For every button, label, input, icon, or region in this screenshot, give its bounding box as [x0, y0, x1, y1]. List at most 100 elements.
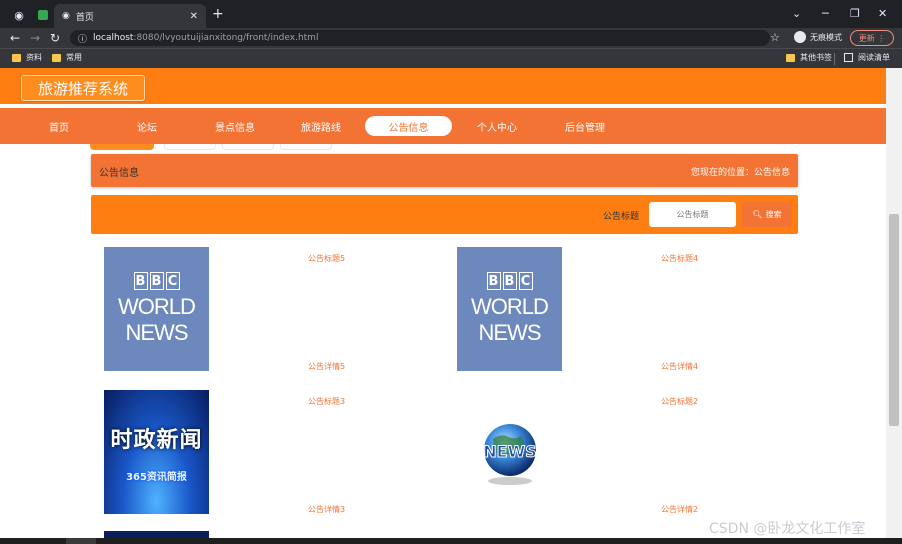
bookmark-label: 常用 [66, 53, 82, 62]
notice-detail-link[interactable]: 公告详情3 [209, 504, 444, 515]
search-input[interactable] [649, 202, 736, 227]
reading-list-label: 阅读清单 [858, 53, 890, 62]
url-host: localhost [93, 33, 134, 43]
bbc-letter: B [502, 272, 517, 290]
site-logo[interactable]: 旅游推荐系统 [21, 75, 145, 101]
search-icon: 🔍︎ [752, 210, 763, 219]
incognito-label: 无痕模式 [810, 32, 842, 42]
nav-notices[interactable]: 公告信息 [365, 116, 452, 136]
reading-list[interactable]: 阅读清单 [844, 52, 890, 63]
nav-profile[interactable]: 个人中心 [468, 116, 526, 136]
breadcrumb-location: 您现在的位置：公告信息 [690, 168, 790, 178]
bookmark-label: 资料 [26, 53, 42, 62]
notice-detail-link[interactable]: 公告详情5 [209, 361, 444, 372]
notice-image[interactable]: B B C WORLD NEWS [104, 247, 209, 371]
submenu-item[interactable] [280, 144, 332, 150]
submenu-item[interactable] [222, 144, 274, 150]
main-nav: 首页 论坛 景点信息 旅游路线 公告信息 个人中心 后台管理 [0, 108, 886, 144]
bbc-line: NEWS [125, 320, 189, 345]
page-viewport: 旅游推荐系统 首页 论坛 景点信息 旅游路线 公告信息 个人中心 后台管理 公告… [0, 68, 886, 544]
url-path: :8080/lvyoutuijianxitong/front/index.htm… [133, 33, 319, 43]
notice-card[interactable]: B B C WORLD NEWS 公告标题5 公告详情5 [91, 247, 444, 377]
close-window-icon[interactable]: ✕ [878, 7, 887, 20]
bbc-line: NEWS [478, 320, 542, 345]
other-bookmarks[interactable]: 其他书签 [786, 52, 832, 63]
notice-card[interactable]: B B C WORLD NEWS 公告标题4 公告详情4 [444, 247, 797, 377]
site-header: 旅游推荐系统 [0, 68, 886, 104]
tab-title: 首页 [75, 12, 94, 23]
update-label: 更新 [858, 33, 875, 43]
bbc-letter: C [518, 272, 533, 290]
notice-detail-link[interactable]: 公告详情4 [562, 361, 797, 372]
bbc-logo: B B C [486, 272, 533, 290]
bbc-letter: B [133, 272, 148, 290]
notice-card[interactable]: 时政新闻 365资讯简报 公告标题3 公告详情3 [91, 390, 444, 520]
folder-icon [52, 53, 61, 62]
nav-admin[interactable]: 后台管理 [556, 116, 614, 136]
notice-title[interactable]: 公告标题4 [562, 253, 797, 264]
chevron-down-icon[interactable]: ⌄ [792, 7, 801, 20]
bbc-line: WORLD [471, 294, 549, 319]
notice-image[interactable]: NEWS [457, 390, 562, 514]
bookmark-item[interactable]: 常用 [52, 52, 82, 63]
notice-title[interactable]: 公告标题3 [209, 396, 444, 407]
restore-icon[interactable]: ❐ [850, 7, 860, 20]
submenu-item[interactable] [164, 144, 216, 150]
globe-text: NEWS [483, 442, 537, 461]
other-bookmarks-label: 其他书签 [800, 53, 832, 62]
notice-detail-link[interactable]: 公告详情2 [562, 504, 797, 515]
page-title: 公告信息 [99, 168, 139, 179]
bbc-letter: B [486, 272, 501, 290]
bbc-letter: B [149, 272, 164, 290]
star-icon[interactable]: ☆ [770, 31, 780, 44]
breadcrumb: 公告信息 您现在的位置：公告信息 [91, 154, 798, 187]
new-tab-button[interactable]: + [212, 6, 224, 22]
search-bar: 公告标题 🔍︎ 搜索 [91, 195, 798, 234]
url-bar[interactable]: ⓘ localhost:8080/lvyoutuijianxitong/fron… [70, 30, 770, 46]
notice-image[interactable]: B B C WORLD NEWS [457, 247, 562, 371]
search-button[interactable]: 🔍︎ 搜索 [742, 202, 792, 227]
browser-tab-strip: ◉ ◉ 首页 ✕ + ⌄ ─ ❐ ✕ [0, 0, 902, 28]
incognito-icon [794, 31, 806, 43]
address-toolbar: ← → ↻ ⓘ localhost:8080/lvyoutuijianxiton… [0, 28, 902, 48]
submenu-item[interactable] [90, 144, 154, 150]
bookmark-item[interactable]: 资料 [12, 52, 42, 63]
nav-attractions[interactable]: 景点信息 [206, 116, 264, 136]
nav-routes[interactable]: 旅游路线 [292, 116, 350, 136]
back-arrow-icon[interactable]: ← [10, 30, 20, 46]
scrollbar-thumb[interactable] [889, 214, 899, 426]
bookmarks-bar: 资料 常用 其他书签 阅读清单 [0, 48, 902, 68]
forward-arrow-icon[interactable]: → [30, 30, 40, 46]
bbc-line: WORLD [118, 294, 196, 319]
notice-title[interactable]: 公告标题5 [209, 253, 444, 264]
bbc-letter: C [165, 272, 180, 290]
notice-card[interactable]: NEWS 公告标题2 公告详情2 [444, 390, 797, 520]
taskbar [0, 538, 902, 544]
app-icon[interactable] [34, 6, 52, 24]
folder-icon [786, 53, 795, 62]
politics-headline: 时政新闻 [110, 427, 203, 453]
politics-subhead: 365资讯简报 [126, 471, 187, 483]
news-globe-icon: NEWS [482, 424, 537, 485]
globe-icon: ◉ [62, 11, 70, 21]
search-button-label: 搜索 [765, 210, 782, 219]
watermark: CSDN @卧龙文化工作室 [709, 521, 866, 537]
taskbar-item[interactable] [66, 538, 96, 544]
hidden-submenu [90, 144, 350, 151]
folder-icon [12, 53, 21, 62]
minimize-icon[interactable]: ─ [822, 7, 829, 20]
bbc-logo: B B C [133, 272, 180, 290]
reload-icon[interactable]: ↻ [50, 30, 60, 46]
incognito-indicator[interactable]: 无痕模式 [794, 31, 842, 43]
divider [834, 53, 835, 65]
notice-title[interactable]: 公告标题2 [562, 396, 797, 407]
nav-home[interactable]: 首页 [30, 116, 88, 136]
close-icon[interactable]: ✕ [190, 11, 198, 22]
browser-tab-active[interactable]: ◉ 首页 ✕ [54, 4, 206, 28]
notice-image[interactable]: 时政新闻 365资讯简报 [104, 390, 209, 514]
globe-icon[interactable]: ◉ [10, 6, 28, 24]
nav-forum[interactable]: 论坛 [118, 116, 176, 136]
info-icon[interactable]: ⓘ [78, 32, 87, 45]
reading-list-icon [844, 53, 853, 62]
update-button[interactable]: 更新 ⋮ [850, 30, 894, 46]
